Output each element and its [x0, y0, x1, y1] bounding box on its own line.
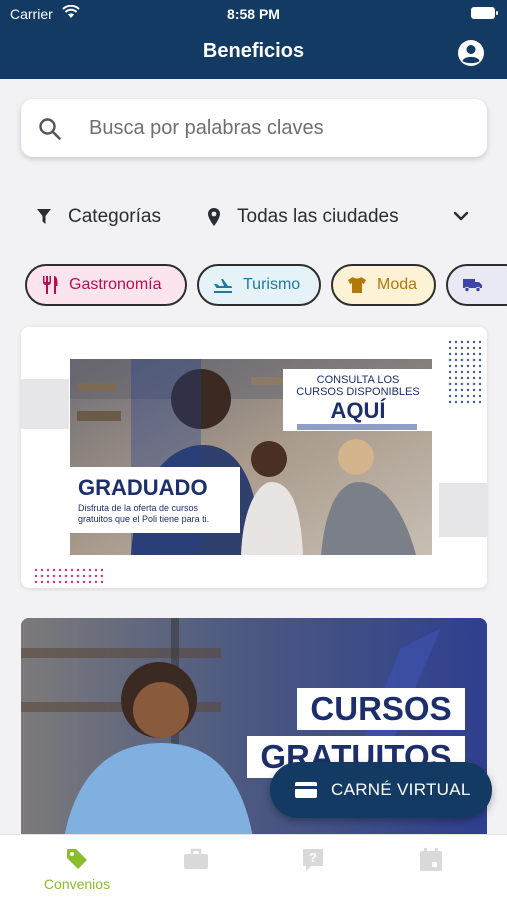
- search-input[interactable]: [89, 113, 469, 143]
- tab-eventos[interactable]: [376, 835, 486, 900]
- carne-virtual-label: CARNÉ VIRTUAL: [331, 780, 471, 799]
- tab-bar: Convenios ?: [0, 834, 507, 900]
- battery-icon: [471, 7, 498, 19]
- question-icon: ?: [303, 849, 323, 871]
- briefcase-icon: [184, 848, 208, 869]
- tab-convenios[interactable]: Convenios: [22, 835, 132, 900]
- cta-big: AQUÍ: [330, 398, 386, 423]
- filter-icon: [37, 209, 51, 224]
- chip-turismo[interactable]: Turismo: [197, 264, 321, 306]
- city-dropdown[interactable]: Todas las ciudades: [207, 200, 477, 234]
- tag-icon: [67, 849, 87, 869]
- carne-virtual-button[interactable]: CARNÉ VIRTUAL: [270, 762, 492, 818]
- truck-icon: [463, 279, 482, 293]
- cta-text: CONSULTA LOS CURSOS DISPONIBLES AQUÍ: [283, 374, 433, 424]
- profile-icon[interactable]: [457, 39, 485, 67]
- chip-label: Moda: [377, 276, 418, 293]
- search-bar: [21, 99, 487, 157]
- page-title: Beneficios: [202, 40, 305, 62]
- category-chips: Gastronomía Turismo Moda: [25, 264, 507, 308]
- chevron-down-icon: [453, 211, 469, 221]
- tab-convenios-label: Convenios: [43, 876, 111, 892]
- category-filter-label: Categorías: [68, 206, 161, 227]
- airplane-icon: [214, 279, 233, 293]
- tab-empleo[interactable]: [140, 835, 250, 900]
- chip-label: Turismo: [243, 276, 301, 293]
- category-filter[interactable]: Categorías: [36, 200, 161, 234]
- clock: 8:58 PM: [227, 6, 280, 22]
- cta-line-2: CURSOS DISPONIBLES: [296, 386, 420, 398]
- banner-body: Disfruta de la oferta de cursos gratuito…: [78, 503, 209, 525]
- graduado-banner-image: [21, 327, 487, 588]
- chip-transporte[interactable]: [446, 264, 507, 306]
- cta-line-1: CONSULTA LOS: [316, 374, 400, 386]
- city-dropdown-label: Todas las ciudades: [237, 206, 399, 227]
- calendar-icon: [420, 848, 442, 871]
- location-pin-icon: [208, 208, 220, 226]
- chip-moda[interactable]: Moda: [331, 264, 436, 306]
- search-icon: [39, 118, 61, 140]
- cursos-line-1: CURSOS: [310, 690, 452, 727]
- card-icon: [295, 782, 317, 798]
- svg-text:?: ?: [309, 850, 317, 865]
- banner-title: GRADUADO: [78, 475, 208, 500]
- shirt-icon: [348, 277, 366, 293]
- banner-body-line-2: gratuitos que el Poli tiene para ti.: [78, 514, 210, 524]
- utensils-icon: [43, 276, 58, 294]
- tab-ayuda[interactable]: ?: [258, 835, 368, 900]
- filter-row: Categorías Todas las ciudades: [0, 200, 507, 234]
- banner-body-line-1: Disfruta de la oferta de cursos: [78, 503, 199, 513]
- benefit-card-cursos[interactable]: CURSOS GRATUITOS: [21, 618, 487, 858]
- chip-gastronomia[interactable]: Gastronomía: [25, 264, 187, 306]
- chip-label: Gastronomía: [69, 276, 162, 293]
- status-bar: Carrier 8:58 PM: [0, 0, 507, 28]
- benefit-card-graduado[interactable]: CONSULTA LOS CURSOS DISPONIBLES AQUÍ GRA…: [21, 327, 487, 588]
- top-bar: Carrier 8:58 PM Beneficios: [0, 0, 507, 79]
